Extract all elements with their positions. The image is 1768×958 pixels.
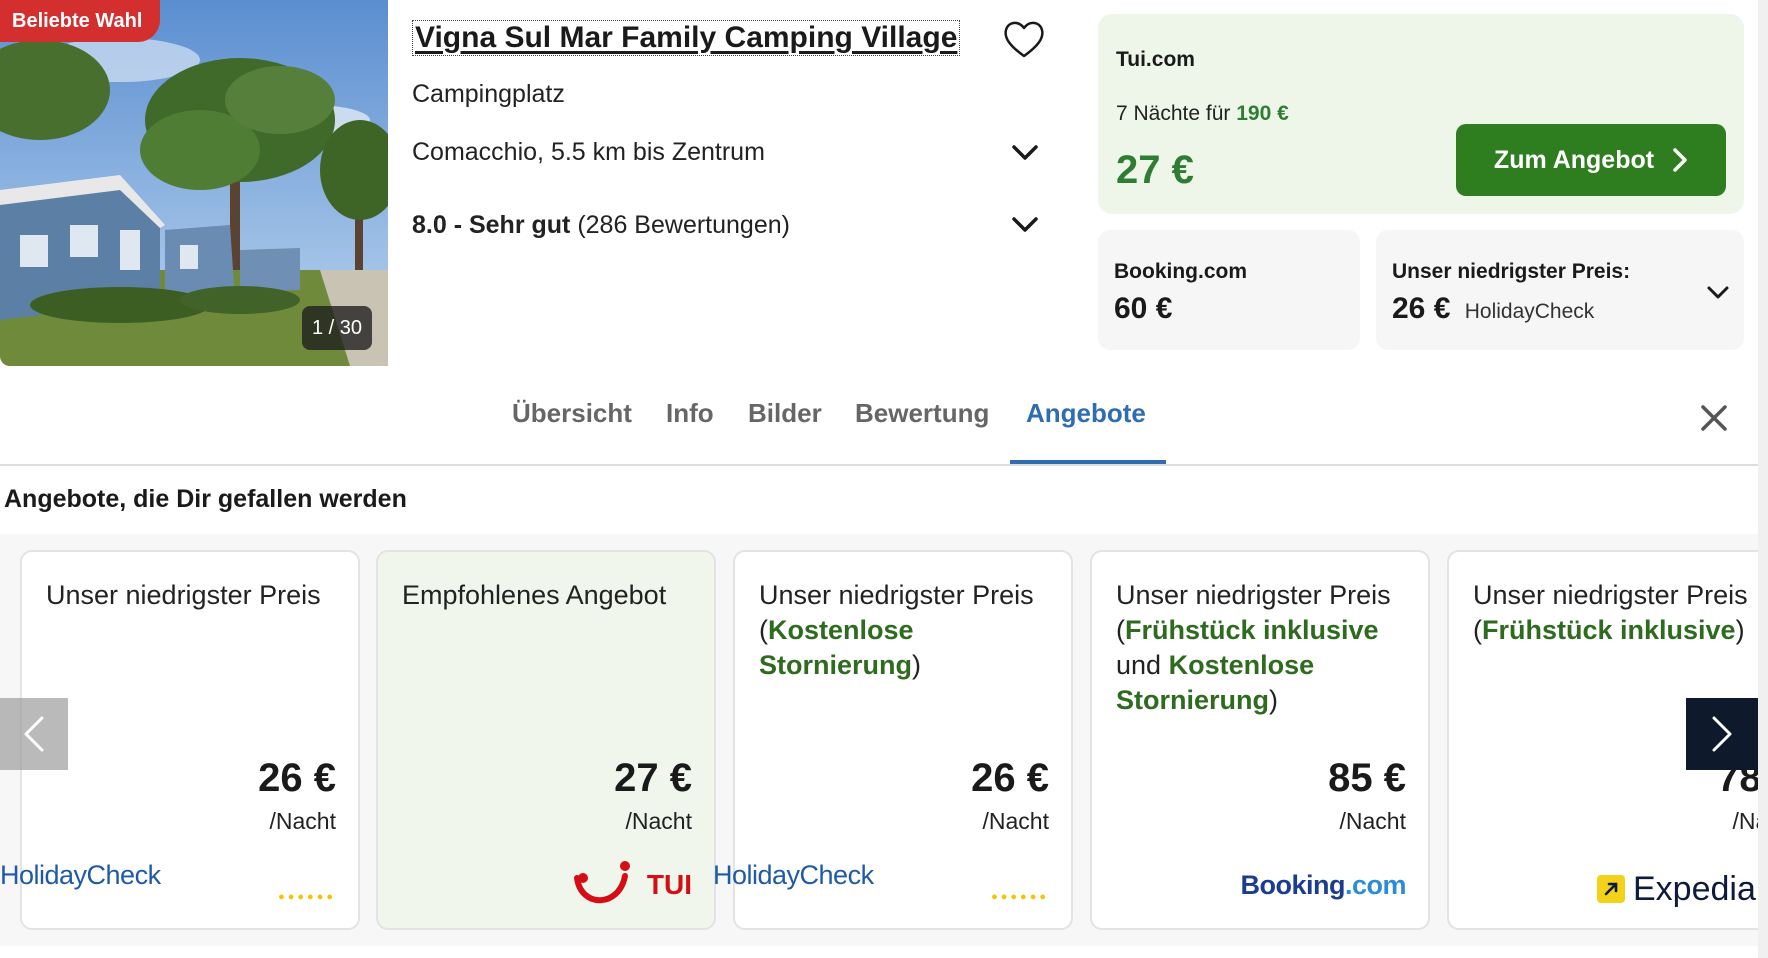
best-offer-nights: 7 Nächte für 190 € bbox=[1116, 102, 1289, 126]
offer-card-price: 26 € bbox=[971, 756, 1049, 800]
offer-card[interactable]: Unser niedrigster Preis (Kostenlose Storn… bbox=[713, 550, 1073, 930]
holidaycheck-logo: HolidayCheck ●●●●●● bbox=[713, 860, 1049, 903]
carousel-next-button[interactable] bbox=[1686, 698, 1758, 770]
hotel-location: Comacchio, 5.5 km bis Zentrum bbox=[412, 138, 765, 166]
lowest-price-value: 26 € HolidayCheck bbox=[1392, 292, 1594, 326]
accommodation-type: Campingplatz bbox=[412, 80, 565, 108]
provider-name: HolidayCheck bbox=[713, 860, 874, 890]
go-to-offer-button[interactable]: Zum Angebot bbox=[1456, 124, 1726, 196]
hotel-photo[interactable]: Beliebte Wahl 1 / 30 bbox=[0, 0, 388, 366]
close-icon[interactable] bbox=[1700, 404, 1728, 432]
booking-provider: Booking.com bbox=[1114, 260, 1248, 283]
popular-badge: Beliebte Wahl bbox=[0, 0, 161, 42]
lowest-price-label: Unser niedrigster Preis: bbox=[1392, 260, 1631, 283]
best-offer-provider: Tui.com bbox=[1116, 48, 1195, 71]
lowest-price-amount: 26 € bbox=[1392, 292, 1451, 325]
expedia-arrow-icon bbox=[1597, 875, 1625, 903]
nights-prefix: 7 Nächte für bbox=[1116, 102, 1231, 125]
booking-logo: Booking.com bbox=[1240, 870, 1406, 900]
tui-logo: TUI bbox=[573, 860, 692, 910]
tab-overview[interactable]: Übersicht bbox=[512, 398, 632, 429]
best-offer-price: 27 € bbox=[1116, 148, 1194, 192]
title-highlight: Kostenlose Stornierung bbox=[759, 615, 914, 680]
offer-card[interactable]: Unser niedrigster Preis (Frühstück inklus… bbox=[1090, 550, 1430, 930]
offer-card-price: 27 € bbox=[614, 756, 692, 800]
offer-card[interactable]: Unser niedrigster Preis 26 € /Nacht Holi… bbox=[0, 550, 360, 930]
provider-name: HolidayCheck bbox=[0, 860, 161, 890]
active-tab-indicator bbox=[1010, 460, 1166, 464]
chevron-down-icon[interactable] bbox=[1706, 284, 1730, 302]
chevron-left-icon bbox=[24, 716, 44, 752]
tab-reviews[interactable]: Bewertung bbox=[855, 398, 989, 429]
tab-offers[interactable]: Angebote bbox=[1026, 398, 1146, 429]
nights-total-price: 190 € bbox=[1236, 102, 1289, 125]
tab-pictures[interactable]: Bilder bbox=[748, 398, 822, 429]
offer-card-price: 26 € bbox=[258, 756, 336, 800]
chevron-right-icon bbox=[1673, 148, 1687, 172]
hotel-rating: 8.0 - Sehr gut (286 Bewertungen) bbox=[412, 211, 790, 240]
lowest-price-source: HolidayCheck bbox=[1464, 300, 1595, 323]
scrollbar-track[interactable] bbox=[1758, 0, 1768, 958]
rating-score: 8.0 - Sehr gut bbox=[412, 211, 571, 239]
chevron-down-icon[interactable] bbox=[1010, 142, 1040, 164]
go-to-offer-label: Zum Angebot bbox=[1493, 145, 1655, 174]
heart-icon[interactable] bbox=[1002, 18, 1046, 60]
carousel-prev-button[interactable] bbox=[0, 698, 68, 770]
offer-card-title: Unser niedrigster Preis (Kostenlose Storn… bbox=[759, 580, 1034, 680]
expedia-logo: Expedia bbox=[1597, 864, 1756, 914]
chevron-right-icon bbox=[1712, 716, 1732, 752]
best-offer-box: Tui.com 7 Nächte für 190 € 27 € Zum Ange… bbox=[1098, 14, 1744, 214]
title-highlight: Frühstück inklusive bbox=[1125, 615, 1379, 645]
provider-name: TUI bbox=[646, 869, 692, 900]
booking-price: 60 € bbox=[1114, 292, 1173, 325]
offer-card-per-night: /Nacht bbox=[1339, 808, 1406, 834]
offer-card-per-night: /Nacht bbox=[269, 808, 336, 834]
hotel-title[interactable]: Vigna Sul Mar Family Camping Village bbox=[412, 20, 961, 56]
section-heading: Angebote, die Dir gefallen werden bbox=[4, 485, 407, 513]
offer-card-recommended[interactable]: Empfohlenes Angebot 27 € /Nacht TUI bbox=[376, 550, 716, 930]
offer-card-price: 85 € bbox=[1328, 756, 1406, 800]
photo-counter: 1 / 30 bbox=[301, 306, 372, 350]
offer-card-title: Unser niedrigster Preis (Frühstück inklus… bbox=[1116, 580, 1391, 715]
booking-offer-box[interactable]: Booking.com 60 € bbox=[1098, 230, 1360, 350]
tab-info[interactable]: Info bbox=[666, 398, 714, 429]
lowest-price-box[interactable]: Unser niedrigster Preis: 26 € HolidayChe… bbox=[1376, 230, 1744, 350]
title-highlight: Frühstück inklusive bbox=[1482, 615, 1736, 645]
offer-card-title: Unser niedrigster Preis (Frühstück inklus… bbox=[1473, 580, 1748, 645]
offers-carousel: Unser niedrigster Preis 26 € /Nacht Holi… bbox=[0, 534, 1768, 946]
detail-tabs: Übersicht Info Bilder Bewertung Angebote bbox=[0, 368, 1768, 466]
offer-card-per-night: /Nacht bbox=[982, 808, 1049, 834]
chevron-down-icon[interactable] bbox=[1010, 214, 1040, 236]
offer-card-title: Empfohlenes Angebot bbox=[402, 580, 667, 610]
rating-count: (286 Bewertungen) bbox=[577, 211, 790, 239]
provider-name: Expedia bbox=[1633, 869, 1756, 908]
tui-smile-icon bbox=[573, 861, 630, 904]
offer-card-title: Unser niedrigster Preis bbox=[46, 580, 321, 610]
holidaycheck-logo: HolidayCheck ●●●●●● bbox=[0, 860, 336, 903]
offer-card-per-night: /Nacht bbox=[625, 808, 692, 834]
